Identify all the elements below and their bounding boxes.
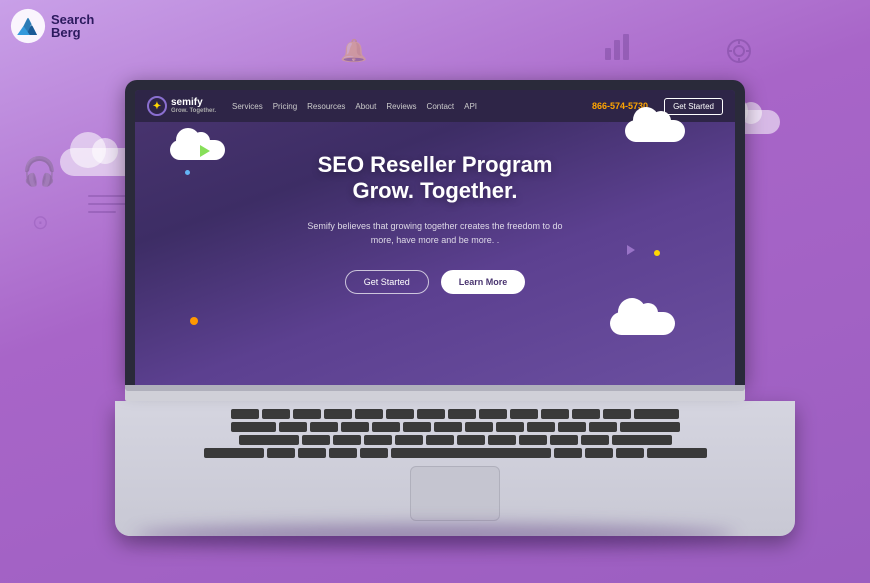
nav-reviews[interactable]: Reviews (386, 102, 416, 111)
key (510, 409, 538, 419)
search-berg-text: Search Berg (51, 13, 94, 39)
hero-title-line1: SEO Reseller Program (155, 152, 715, 178)
search-berg-mountain-icon (10, 8, 46, 44)
search-berg-logo: Search Berg (10, 8, 94, 44)
key (333, 435, 361, 445)
key (302, 435, 330, 445)
key (541, 409, 569, 419)
key (204, 448, 264, 458)
nav-resources[interactable]: Resources (307, 102, 345, 111)
key (324, 409, 352, 419)
nav-api[interactable]: API (464, 102, 477, 111)
key (417, 409, 445, 419)
key (550, 435, 578, 445)
key (496, 422, 524, 432)
laptop-keyboard-area (115, 401, 795, 536)
hero-learn-more-button[interactable]: Learn More (441, 270, 526, 294)
background: 🎧 ⊙ 🔔 Search Berg (0, 0, 870, 583)
target-icon (726, 38, 752, 64)
semify-plus-icon: ✦ (153, 101, 161, 112)
key (589, 422, 617, 432)
nav-get-started-button[interactable]: Get Started (664, 98, 723, 115)
key (647, 448, 707, 458)
laptop-screen-outer: ✦ semify Grow. Together. Services Pricin… (125, 80, 745, 385)
key (262, 409, 290, 419)
semify-logo-text: semify Grow. Together. (171, 97, 216, 115)
key (634, 409, 679, 419)
key (603, 409, 631, 419)
key (448, 409, 476, 419)
hero-subtitle: Semify believes that growing together cr… (305, 219, 565, 248)
key (293, 409, 321, 419)
nav-about[interactable]: About (355, 102, 376, 111)
nav-contact[interactable]: Contact (427, 102, 455, 111)
bar-chart-icon (603, 30, 635, 62)
key (310, 422, 338, 432)
key-row-2 (145, 422, 765, 432)
hero-title-line2: Grow. Together. (155, 178, 715, 204)
key (386, 409, 414, 419)
key (612, 435, 672, 445)
bell-icon: 🔔 (340, 38, 367, 64)
laptop-hinge (125, 385, 745, 391)
semify-logo: ✦ semify Grow. Together. (147, 96, 216, 116)
laptop: ✦ semify Grow. Together. Services Pricin… (115, 80, 755, 536)
laptop-base (125, 385, 745, 401)
key (479, 409, 507, 419)
key (395, 435, 423, 445)
keyboard (145, 409, 765, 458)
hero-title: SEO Reseller Program Grow. Together. (155, 152, 715, 205)
key (372, 422, 400, 432)
key-spacebar (391, 448, 551, 458)
laptop-body: ✦ semify Grow. Together. Services Pricin… (125, 80, 745, 401)
play-circle-icon: ⊙ (32, 210, 49, 235)
hero-buttons: Get Started Learn More (155, 270, 715, 294)
key (329, 448, 357, 458)
key (457, 435, 485, 445)
key (231, 409, 259, 419)
key (355, 409, 383, 419)
key (581, 435, 609, 445)
key (434, 422, 462, 432)
key (558, 422, 586, 432)
key (465, 422, 493, 432)
screen-hero: SEO Reseller Program Grow. Together. Sem… (135, 122, 735, 324)
key (231, 422, 276, 432)
key (572, 409, 600, 419)
trackpad[interactable] (410, 466, 500, 521)
laptop-shadow (135, 524, 735, 546)
key (360, 448, 388, 458)
key (279, 422, 307, 432)
key (267, 448, 295, 458)
laptop-screen: ✦ semify Grow. Together. Services Pricin… (135, 90, 735, 385)
headphones-icon: 🎧 (22, 155, 57, 188)
key (616, 448, 644, 458)
key (426, 435, 454, 445)
key (585, 448, 613, 458)
semify-logo-icon: ✦ (147, 96, 167, 116)
hero-get-started-button[interactable]: Get Started (345, 270, 429, 294)
key-row-4 (145, 448, 765, 458)
key (364, 435, 392, 445)
key-row-3 (145, 435, 765, 445)
key (488, 435, 516, 445)
key (239, 435, 299, 445)
key (527, 422, 555, 432)
key-row-1 (145, 409, 765, 419)
key (554, 448, 582, 458)
nav-pricing[interactable]: Pricing (273, 102, 297, 111)
nav-services[interactable]: Services (232, 102, 263, 111)
key (298, 448, 326, 458)
key (519, 435, 547, 445)
key (403, 422, 431, 432)
key (620, 422, 680, 432)
key (341, 422, 369, 432)
nav-links: Services Pricing Resources About Reviews… (232, 102, 576, 111)
